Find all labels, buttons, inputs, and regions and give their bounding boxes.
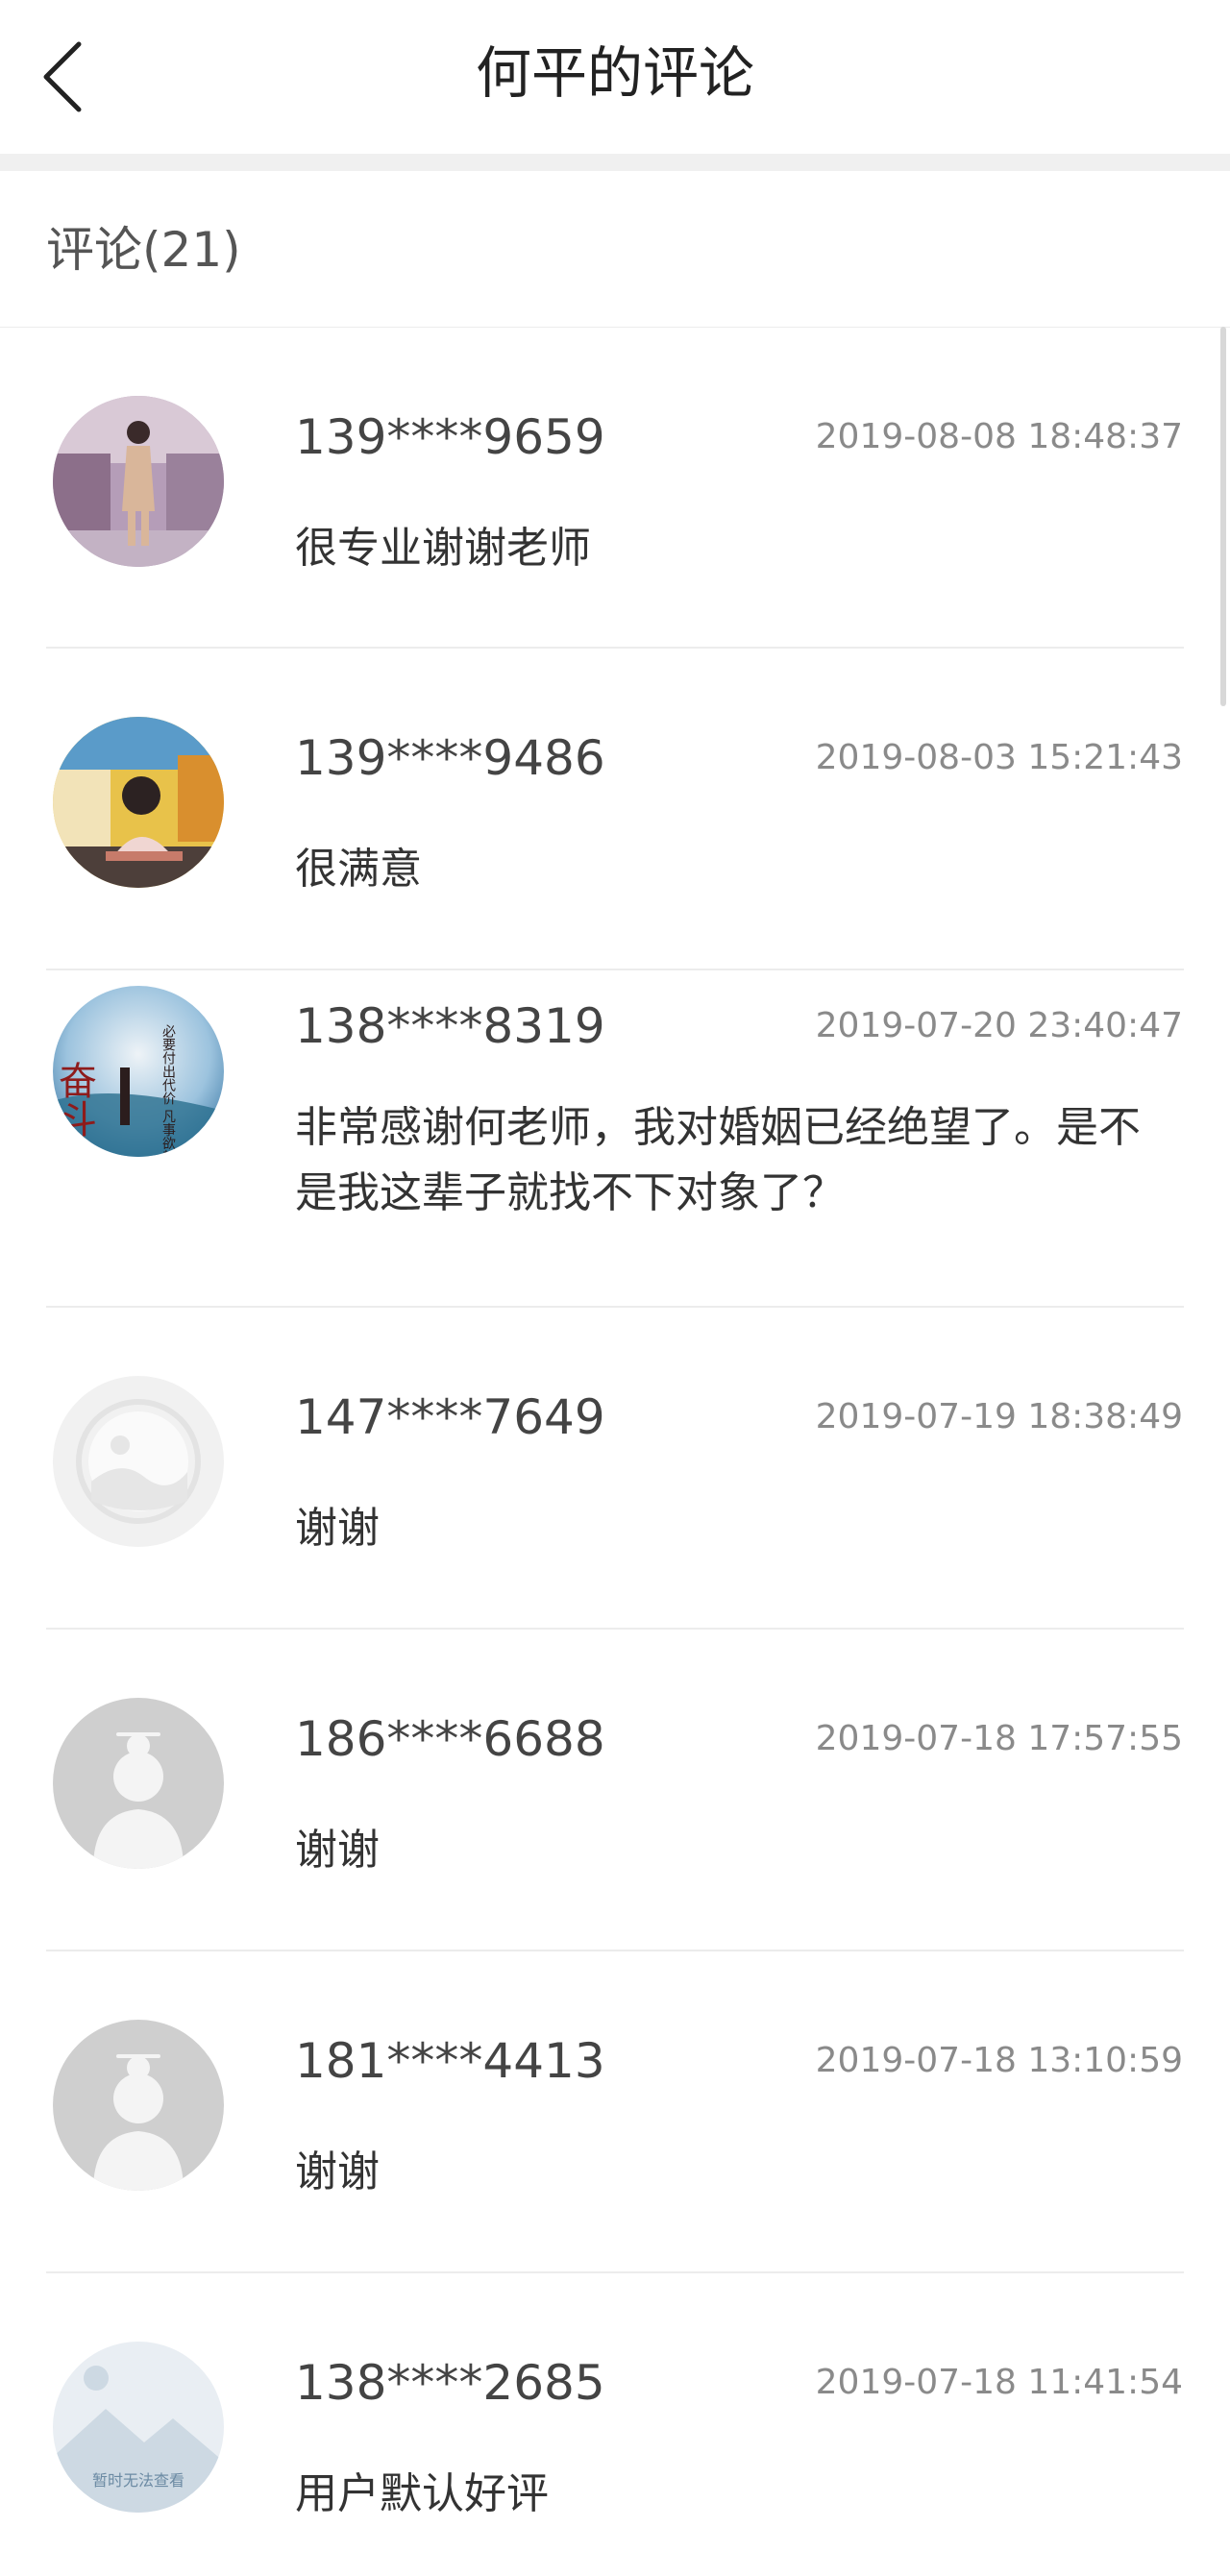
comment-item[interactable]: 147****7649 2019-07-19 18:38:49 谢谢 <box>0 1308 1230 1630</box>
comment-text: 谢谢 <box>295 2147 380 2196</box>
comment-username: 147****7649 <box>295 1389 605 1445</box>
comment-text: 用户默认好评 <box>295 2469 549 2518</box>
comment-item[interactable]: 奋斗 必要付出代价 凡事欲其成功 138****8319 2019-07-20 … <box>0 970 1230 1308</box>
comment-text: 很专业谢谢老师 <box>295 524 591 573</box>
comment-timestamp: 2019-08-03 15:21:43 <box>815 738 1183 777</box>
user-silhouette-icon <box>53 1698 224 1869</box>
avatar[interactable]: 奋斗 必要付出代价 凡事欲其成功 <box>53 986 224 1157</box>
comment-timestamp: 2019-07-18 11:41:54 <box>815 2363 1183 2402</box>
avatar[interactable] <box>53 396 224 567</box>
comment-list: 139****9659 2019-08-08 18:48:37 很专业谢谢老师 … <box>0 328 1230 2552</box>
user-silhouette-icon <box>53 2020 224 2191</box>
avatar[interactable]: 暂时无法查看 <box>53 2342 224 2513</box>
comment-timestamp: 2019-07-20 23:40:47 <box>815 1006 1183 1045</box>
comment-text: 谢谢 <box>295 1826 380 1875</box>
comment-username: 181****4413 <box>295 2033 605 2089</box>
section-divider <box>0 154 1230 171</box>
comment-item[interactable]: 139****9486 2019-08-03 15:21:43 很满意 <box>0 649 1230 970</box>
avatar-calligraphy-subtext: 必要付出代价 凡事欲其成功 <box>160 1024 176 1157</box>
comment-item[interactable]: 暂时无法查看 138****2685 2019-07-18 11:41:54 用… <box>0 2273 1230 2552</box>
comment-username: 186****6688 <box>295 1711 605 1767</box>
avatar[interactable] <box>53 1698 224 1869</box>
avatar[interactable] <box>53 717 224 888</box>
comment-text: 谢谢 <box>295 1504 380 1553</box>
comment-username: 138****2685 <box>295 2355 605 2411</box>
comment-timestamp: 2019-07-19 18:38:49 <box>815 1397 1183 1436</box>
avatar-calligraphy: 奋斗 必要付出代价 凡事欲其成功 <box>53 986 224 1157</box>
comment-text: 非常感谢何老师，我对婚姻已经绝望了。是不是我这辈子就找不下对象了？ <box>295 1103 1141 1217</box>
comment-count-bar: 评论(21) <box>0 171 1230 328</box>
image-unavailable-icon: 暂时无法查看 <box>53 2342 224 2513</box>
comment-username: 138****8319 <box>295 998 605 1054</box>
avatar[interactable] <box>53 2020 224 2191</box>
comment-item[interactable]: 186****6688 2019-07-18 17:57:55 谢谢 <box>0 1630 1230 1951</box>
avatar-photo <box>53 717 224 888</box>
page-title: 何平的评论 <box>475 40 754 106</box>
avatar-calligraphy-text: 奋斗 <box>53 1061 96 1138</box>
comment-username: 139****9486 <box>295 730 605 786</box>
comment-text: 很满意 <box>295 845 422 894</box>
avatar-photo <box>53 396 224 567</box>
comment-username: 139****9659 <box>295 409 605 465</box>
comment-timestamp: 2019-08-08 18:48:37 <box>815 417 1183 456</box>
comment-item[interactable]: 139****9659 2019-08-08 18:48:37 很专业谢谢老师 <box>0 328 1230 649</box>
image-placeholder-icon <box>53 1376 224 1547</box>
header-bar: 何平的评论 <box>0 0 1230 154</box>
comment-timestamp: 2019-07-18 13:10:59 <box>815 2041 1183 2080</box>
avatar-unavailable-text: 暂时无法查看 <box>92 2471 184 2490</box>
avatar[interactable] <box>53 1376 224 1547</box>
comment-count-label: 评论(21) <box>46 222 241 278</box>
comment-timestamp: 2019-07-18 17:57:55 <box>815 1719 1183 1758</box>
comment-item[interactable]: 181****4413 2019-07-18 13:10:59 谢谢 <box>0 1951 1230 2273</box>
